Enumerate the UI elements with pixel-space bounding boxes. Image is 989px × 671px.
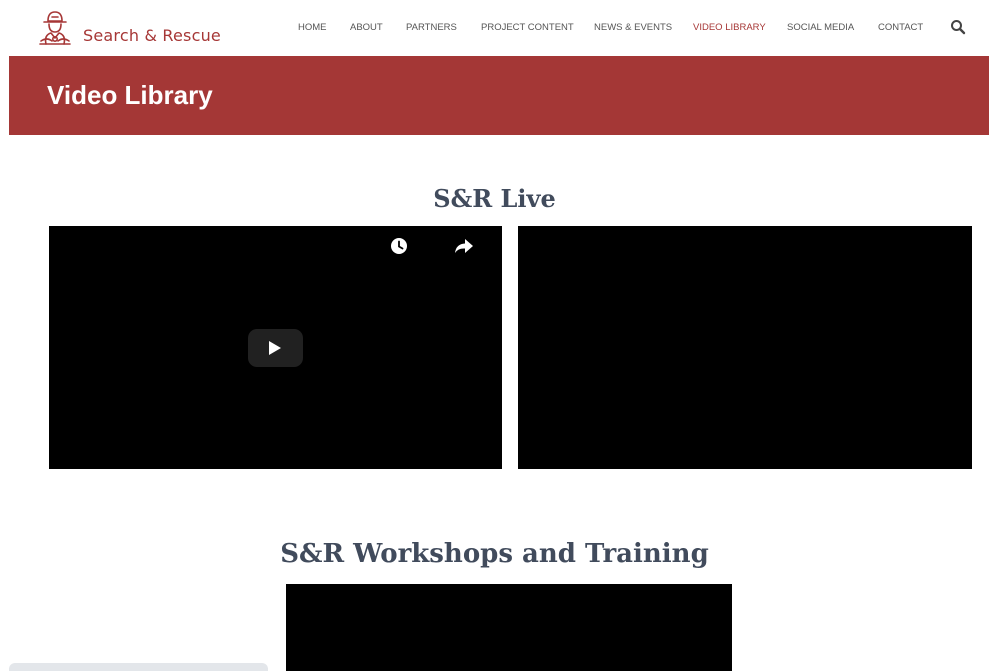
clock-icon[interactable] xyxy=(390,237,408,255)
share-arrow-icon[interactable] xyxy=(454,237,474,255)
page-title: Video Library xyxy=(47,80,213,110)
video-player-live-1[interactable] xyxy=(49,226,502,469)
nav-item-home[interactable]: HOME xyxy=(298,22,327,33)
nav-item-partners[interactable]: PARTNERS xyxy=(406,22,457,33)
nav-item-video-library[interactable]: VIDEO LIBRARY xyxy=(693,22,766,33)
video-player-live-2[interactable] xyxy=(518,226,972,469)
nav-item-news-events[interactable]: NEWS & EVENTS xyxy=(594,22,672,33)
main-nav: HOME ABOUT PARTNERS PROJECT CONTENT NEWS… xyxy=(0,22,989,36)
nav-item-project-content[interactable]: PROJECT CONTENT xyxy=(481,22,574,33)
play-button[interactable] xyxy=(248,329,303,367)
play-icon xyxy=(269,341,281,355)
video-player-workshops-1[interactable] xyxy=(286,584,732,671)
bottom-panel xyxy=(9,663,268,671)
search-icon[interactable] xyxy=(950,19,966,35)
nav-item-about[interactable]: ABOUT xyxy=(350,22,383,33)
nav-item-social-media[interactable]: SOCIAL MEDIA xyxy=(787,22,854,33)
section-title-live: S&R Live xyxy=(433,184,556,213)
page: Search & Rescue HOME ABOUT PARTNERS PROJ… xyxy=(0,0,989,671)
page-banner: Video Library xyxy=(9,56,989,135)
section-title-workshops: S&R Workshops and Training xyxy=(280,539,709,569)
site-header: Search & Rescue HOME ABOUT PARTNERS PROJ… xyxy=(0,0,989,56)
nav-item-contact[interactable]: CONTACT xyxy=(878,22,923,33)
